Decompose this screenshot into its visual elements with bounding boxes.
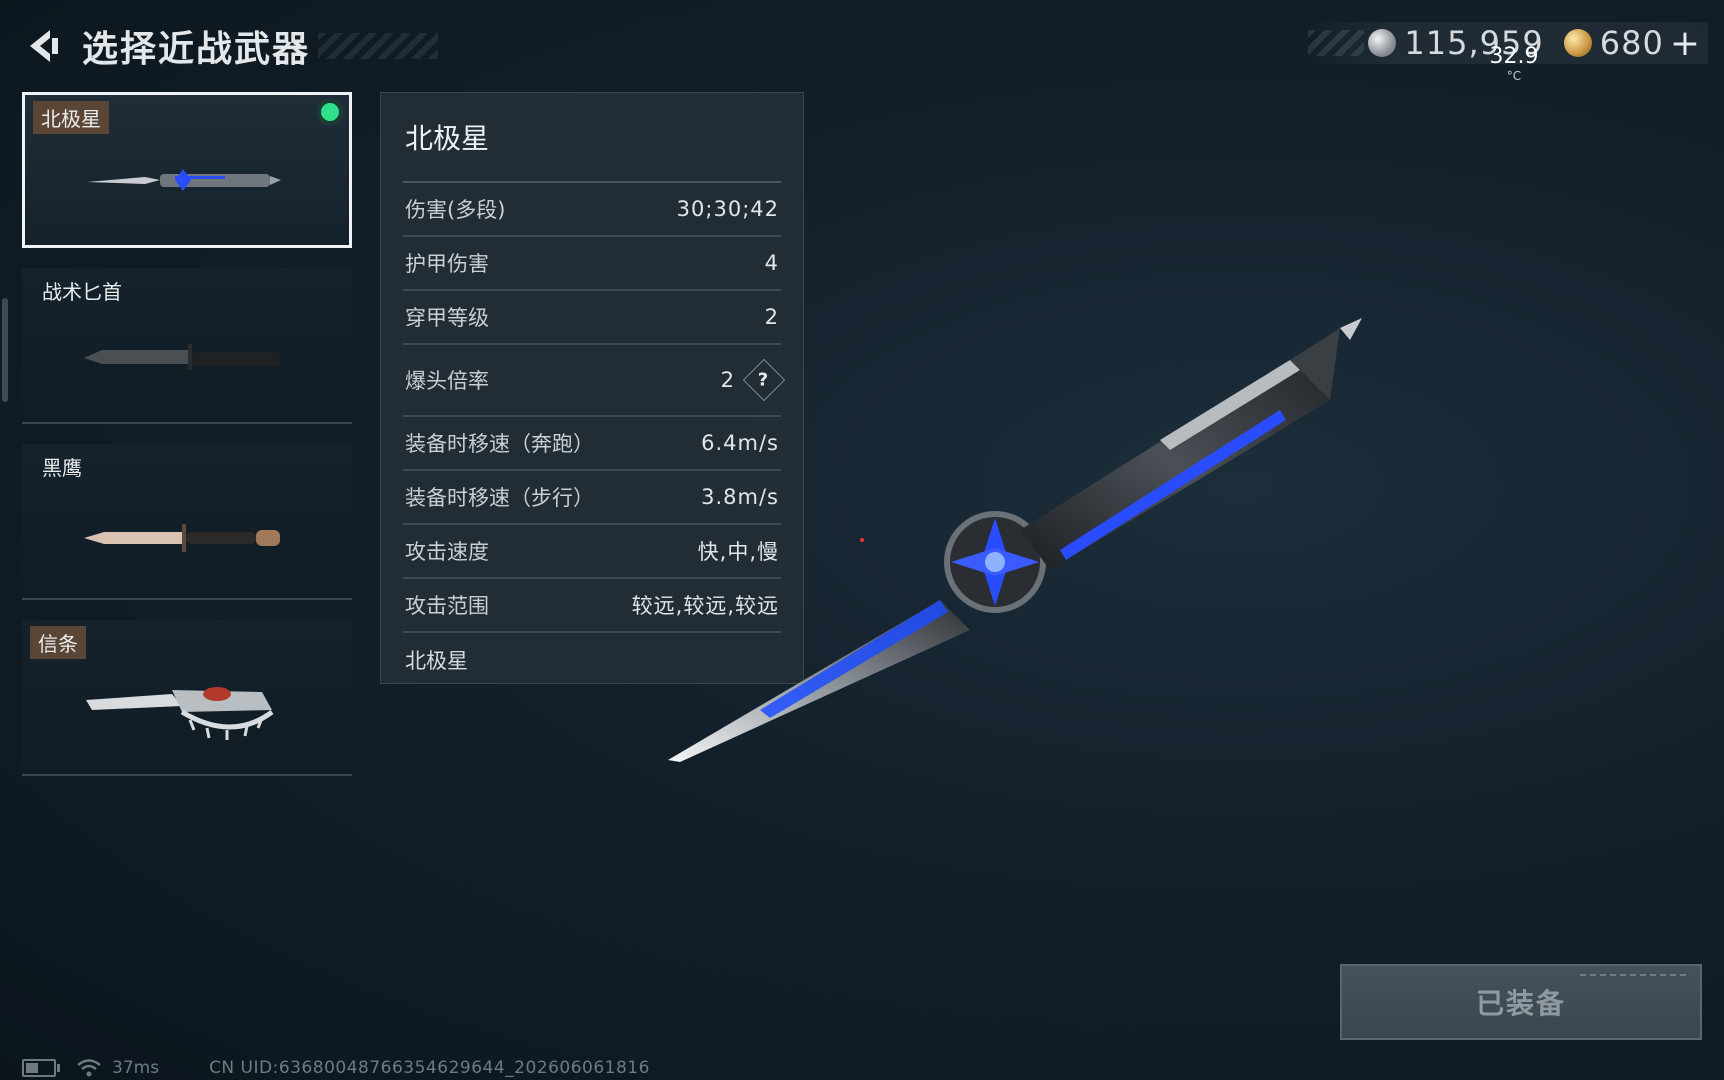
temperature-unit: °C <box>1506 69 1522 83</box>
weapon-name: 战术匕首 <box>42 280 122 304</box>
header: 选择近战武器 <box>20 18 439 74</box>
stats-weapon-title: 北极星 <box>403 93 781 183</box>
weapon-list: 北极星 战术匕首 黑鹰 信条 <box>22 92 352 796</box>
user-id: CN UID:63680048766354629644_202606061816 <box>209 1058 650 1078</box>
gold-amount: 680 <box>1599 24 1664 62</box>
stat-label: 穿甲等级 <box>405 306 489 330</box>
temperature-value: 32.9 <box>1489 44 1539 69</box>
stat-label: 护甲伤害 <box>405 252 489 276</box>
back-button[interactable] <box>20 24 64 68</box>
back-arrow-icon <box>30 30 58 62</box>
weapon-name: 北极星 <box>33 101 109 134</box>
stat-label: 爆头倍率 <box>405 369 489 393</box>
battery-icon <box>22 1059 60 1077</box>
equipped-label: 已装备 <box>1475 987 1566 1020</box>
stat-label: 攻击范围 <box>405 594 489 618</box>
weapon-card-tactical-dagger[interactable]: 战术匕首 <box>22 268 352 424</box>
weapon-card-polaris[interactable]: 北极星 <box>22 92 352 248</box>
crosshair-dot <box>860 538 864 542</box>
stat-value: 4 <box>764 251 779 275</box>
stat-label: 攻击速度 <box>405 540 489 564</box>
equipped-button[interactable]: 已装备 <box>1340 964 1702 1040</box>
ping-value: 37ms <box>112 1058 160 1078</box>
weapon-card-creed[interactable]: 信条 <box>22 620 352 776</box>
weapon-name: 信条 <box>30 626 86 659</box>
polaris-knife-icon <box>87 169 281 191</box>
temperature-overlay: 32.9 °C <box>1484 44 1544 83</box>
black-hawk-knife-icon <box>84 524 280 552</box>
polaris-knife-render <box>668 318 1362 762</box>
weapon-card-black-hawk[interactable]: 黑鹰 <box>22 444 352 600</box>
gold-coin-icon <box>1563 29 1592 57</box>
button-decoration <box>1580 974 1690 976</box>
stat-row: 护甲伤害 4 <box>403 237 781 291</box>
wifi-icon <box>77 1059 101 1077</box>
silver-coin-icon <box>1368 29 1397 57</box>
tactical-dagger-icon <box>84 344 280 370</box>
stat-value: 30;30;42 <box>676 197 779 221</box>
stat-label: 装备时移速（奔跑） <box>405 432 594 456</box>
stat-label: 伤害(多段) <box>405 198 506 222</box>
weapon-name: 黑鹰 <box>42 456 82 480</box>
screen: 选择近战武器 115,959 680 + 32.9 °C 北极星 战术匕首 黑鹰… <box>0 0 1724 1080</box>
currency-decoration <box>1308 30 1365 56</box>
stat-label: 装备时移速（步行） <box>405 486 594 510</box>
title-decoration <box>318 33 439 59</box>
add-currency-button[interactable]: + <box>1670 23 1700 64</box>
status-bar: 37ms CN UID:63680048766354629644_2026060… <box>22 1056 650 1080</box>
creed-knuckle-knife-icon <box>86 687 274 740</box>
list-scrollbar[interactable] <box>2 298 8 402</box>
stat-row: 伤害(多段) 30;30;42 <box>403 183 781 237</box>
page-title: 选择近战武器 <box>82 29 311 70</box>
equipped-indicator-icon <box>321 103 339 121</box>
